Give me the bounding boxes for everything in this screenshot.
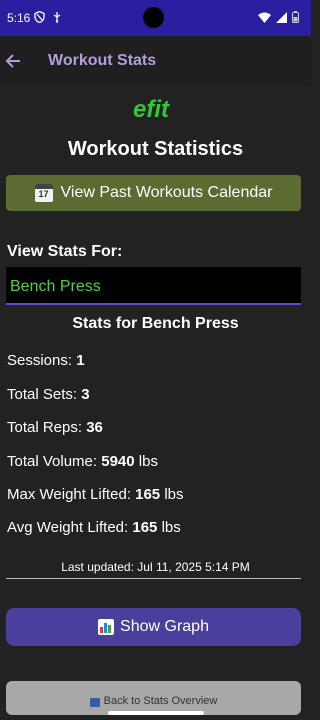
stat-total-sets-label: Total Sets: bbox=[7, 386, 78, 403]
svg-text:efit: efit bbox=[133, 96, 170, 122]
status-bar: 5:16 bbox=[0, 0, 311, 36]
stat-avg-weight-label: Avg Weight Lifted: bbox=[7, 519, 129, 536]
stat-total-volume-label: Total Volume: bbox=[7, 453, 98, 470]
arrow-left-icon bbox=[5, 54, 20, 68]
back-button[interactable] bbox=[4, 50, 22, 72]
home-indicator[interactable] bbox=[108, 711, 204, 715]
app-title: Workout Stats bbox=[48, 52, 157, 69]
exercise-input[interactable]: Bench Press bbox=[6, 267, 301, 305]
wifi-icon bbox=[258, 12, 271, 23]
status-icons-right bbox=[258, 11, 299, 23]
calendar-icon: 17 bbox=[34, 184, 53, 202]
battery-icon bbox=[292, 11, 299, 23]
stat-total-volume-unit: lbs bbox=[138, 453, 158, 470]
stat-avg-weight: Avg Weight Lifted: 165 lbs bbox=[7, 519, 181, 536]
back-to-overview-button[interactable]: Back to Stats Overview bbox=[6, 681, 301, 715]
bar-chart-icon bbox=[98, 619, 115, 635]
stat-avg-weight-value: 165 bbox=[132, 519, 158, 536]
stat-sessions: Sessions: 1 bbox=[7, 352, 85, 369]
stat-total-volume: Total Volume: 5940 lbs bbox=[7, 453, 158, 470]
camera-cutout bbox=[143, 7, 164, 28]
stat-total-sets: Total Sets: 3 bbox=[7, 386, 90, 403]
show-graph-button[interactable]: Show Graph bbox=[6, 608, 301, 646]
stat-avg-weight-unit: lbs bbox=[161, 519, 181, 536]
view-calendar-button[interactable]: 17 View Past Workouts Calendar bbox=[6, 175, 301, 211]
stat-total-reps-value: 36 bbox=[86, 419, 103, 436]
view-calendar-label: View Past Workouts Calendar bbox=[60, 184, 273, 201]
back-to-overview-label: Back to Stats Overview bbox=[103, 695, 218, 707]
exercise-input-value: Bench Press bbox=[10, 278, 101, 295]
stat-max-weight-label: Max Weight Lifted: bbox=[7, 486, 131, 503]
efit-logo: efit bbox=[0, 96, 311, 127]
stat-max-weight-unit: lbs bbox=[164, 486, 184, 503]
back-arrow-icon bbox=[89, 698, 100, 707]
stat-total-volume-value: 5940 bbox=[101, 453, 135, 470]
page-title: Workout Statistics bbox=[67, 138, 244, 160]
stat-total-reps-label: Total Reps: bbox=[7, 419, 83, 436]
stat-max-weight-value: 165 bbox=[135, 486, 161, 503]
app-bar: Workout Stats bbox=[0, 36, 311, 86]
stat-total-reps: Total Reps: 36 bbox=[7, 419, 103, 436]
stat-sessions-value: 1 bbox=[76, 352, 85, 369]
last-updated-text: Last updated: Jul 11, 2025 5:14 PM bbox=[61, 560, 250, 574]
status-time: 5:16 bbox=[7, 11, 31, 25]
shield-icon bbox=[34, 11, 45, 23]
divider bbox=[6, 578, 301, 579]
show-graph-label: Show Graph bbox=[120, 618, 209, 635]
stat-total-sets-value: 3 bbox=[81, 386, 90, 403]
status-icons-left bbox=[34, 11, 61, 23]
stat-max-weight: Max Weight Lifted: 165 lbs bbox=[7, 486, 184, 503]
calendar-icon-number: 17 bbox=[38, 189, 49, 199]
stats-heading: Stats for Bench Press bbox=[72, 315, 239, 332]
signal-icon bbox=[276, 11, 287, 23]
efit-logo-icon: efit bbox=[133, 96, 170, 123]
stat-sessions-label: Sessions: bbox=[7, 352, 73, 369]
usb-icon bbox=[53, 12, 61, 23]
view-stats-label: View Stats For: bbox=[7, 243, 123, 260]
